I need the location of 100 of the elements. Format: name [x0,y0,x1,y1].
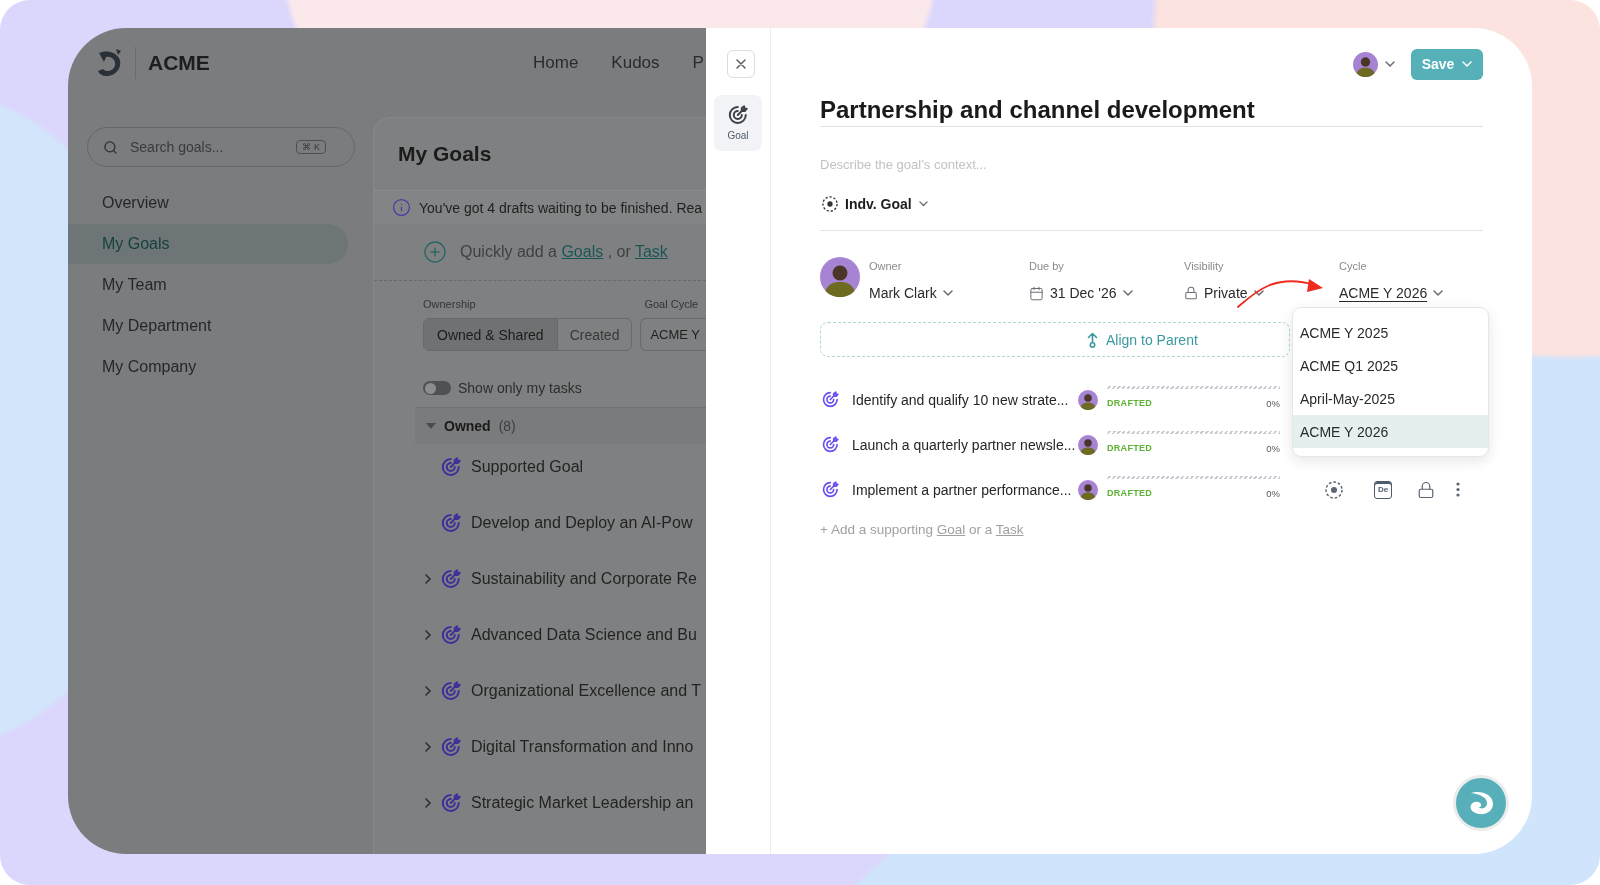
goal-title[interactable]: Develop and Deploy an AI-Pow [471,514,693,532]
account-button[interactable] [1353,51,1395,77]
goal-title[interactable]: Sustainability and Corporate Re [471,570,697,588]
more-icon[interactable] [1456,482,1460,497]
goal-title[interactable]: Launch a quarterly partner newsle... [852,436,1078,453]
banner-text: You've got 4 drafts waiting to be finished. Rea [419,199,703,216]
target-arrow-icon [441,681,461,701]
chevron-icon [1433,290,1444,296]
goal-title[interactable]: Identify and qualify 10 new strate... [852,391,1078,408]
nav-link[interactable]: P [692,52,704,73]
target-arrow-icon [441,457,461,477]
nav-link[interactable]: Kudos [611,52,660,73]
target-arrow-icon [441,513,461,533]
filter-label: Ownership [423,298,477,311]
arrow-up-circle-icon [1087,331,1098,348]
chevron-icon[interactable] [425,686,431,696]
save-button[interactable]: Save [1411,48,1483,80]
chevron-icon [918,201,928,207]
avatar [820,257,860,297]
target-arrow-icon [441,793,461,813]
brand-name: ACME [148,50,210,75]
search-icon [103,139,118,155]
sidebar-item[interactable]: My Goals [68,224,348,264]
status-label: DRAFTED [1107,398,1153,408]
calendar-button[interactable]: De [1374,480,1392,499]
progress-value: 0% [1266,442,1280,454]
group-header[interactable]: Owned (8) [415,408,706,444]
goal-title[interactable]: Organizational Excellence and T [471,682,702,700]
description-field[interactable]: Describe the goal’s context... [820,156,1483,172]
close-icon [736,59,746,69]
menu-item[interactable]: ACME Y 2025 [1293,316,1488,349]
goal-title[interactable]: Advanced Data Science and Bu [471,626,697,644]
lock-icon [1184,286,1198,300]
sidebar-item[interactable]: Overview [68,183,348,223]
status-label: DRAFTED [1107,443,1153,453]
field-label: Cycle [1339,260,1368,273]
sidebar-item[interactable]: My Department [68,306,348,346]
chevron-icon [1385,61,1395,67]
logo-icon [95,47,123,78]
menu-item[interactable]: ACME Y 2026 [1293,415,1488,448]
goal-title[interactable]: Supported Goal [471,458,584,476]
target-arrow-icon [441,569,461,589]
search-input[interactable]: Search goals... [130,139,285,155]
lock-icon[interactable] [1417,480,1435,499]
field-label: Due by [1029,260,1065,273]
field-label: Visibility [1184,260,1225,273]
filter-label: Goal Cycle [643,298,700,311]
field-dropdown[interactable]: ACME Y 2026 [1339,284,1444,302]
sidebar-item[interactable]: My Team [68,265,348,305]
nav-link[interactable]: Home [533,52,579,73]
avatar [1078,434,1098,455]
menu-item[interactable]: ACME Q1 2025 [1293,349,1488,382]
goal-link[interactable]: Goal [936,522,966,537]
chevron-icon[interactable] [425,574,431,584]
field-dropdown[interactable]: Private [1184,284,1264,302]
chevron-icon [1122,290,1133,296]
goals-link[interactable]: Goals [561,243,604,260]
goal-title[interactable]: Strategic Market Leadership an [471,794,694,812]
target-arrow-icon [822,481,839,498]
avatar [1078,389,1098,410]
field-label: Owner [869,260,903,273]
menu-item[interactable]: April-May-2025 [1293,382,1488,415]
chat-button[interactable] [1453,775,1509,831]
avatar [1078,479,1098,500]
align-to-parent-button[interactable]: Align to Parent [820,322,1290,357]
goal-type-icon[interactable] [1325,480,1343,499]
goal-tab[interactable]: Goal [714,95,762,151]
calendar-icon [1029,285,1044,301]
target-arrow-icon [822,436,839,453]
chevron-icon[interactable] [425,742,431,752]
shortcut-hint: ⌘ K [296,140,326,154]
avatar [1353,51,1378,77]
segment-option[interactable]: Created [557,319,632,350]
chevron-icon[interactable] [425,630,431,640]
target-arrow-icon [728,105,748,125]
title-field[interactable]: Partnership and channel development [820,96,1483,127]
segment-option[interactable]: Owned & Shared [424,319,558,350]
sidebar-item[interactable]: My Company [68,347,348,387]
close-button[interactable] [727,50,755,78]
field-dropdown[interactable]: Mark Clark [869,284,953,302]
goal-title[interactable]: Digital Transformation and Inno [471,738,694,756]
goal-type-dropdown[interactable]: Indv. Goal [820,193,928,215]
task-link[interactable]: Task [634,243,668,260]
chevron-icon [942,290,953,296]
info-icon [392,198,411,217]
target-arrow-icon [822,391,839,408]
goal-type-icon [822,196,838,212]
status-label: DRAFTED [1107,488,1153,498]
toggle-switch[interactable] [423,381,451,395]
field-dropdown[interactable]: 31 Dec '26 [1029,284,1133,302]
chevron-icon [1462,61,1473,67]
add-supporting-prompt: + Add a supporting Goal or a Task [820,522,1025,537]
progress-value: 0% [1266,487,1280,499]
goal-title[interactable]: Implement a partner performance... [852,481,1078,498]
chevron-icon[interactable] [425,798,431,808]
target-arrow-icon [441,625,461,645]
target-arrow-icon [441,737,461,757]
toggle-label: Show only my tasks [458,380,582,396]
quick-add-prompt: Quickly add a Goals , or Task [460,243,668,261]
task-link[interactable]: Task [995,522,1024,537]
